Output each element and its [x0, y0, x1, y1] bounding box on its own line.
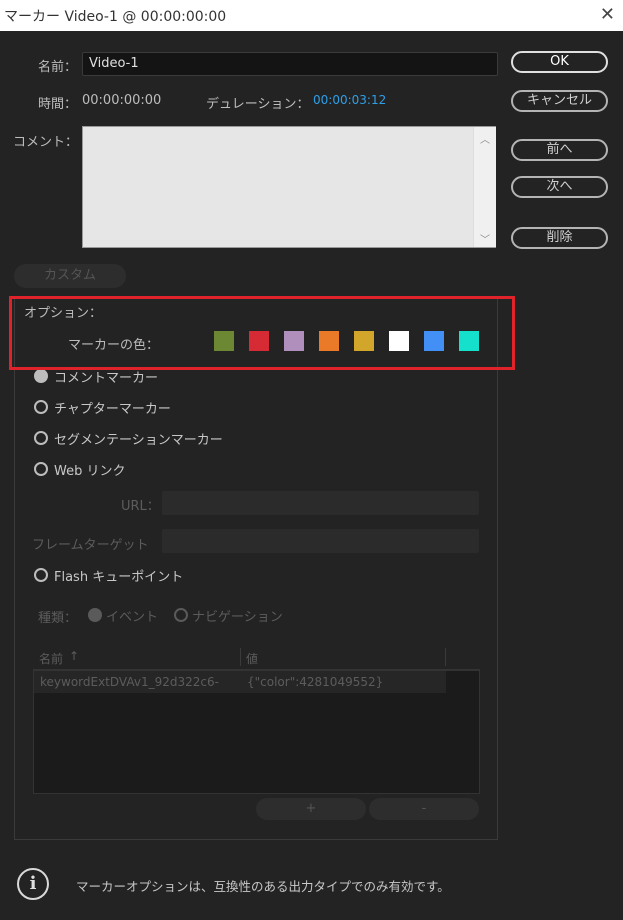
duration-value[interactable]: 00:00:03:12	[313, 93, 386, 107]
cancel-button[interactable]: キャンセル	[511, 90, 608, 112]
radio-chapter-marker[interactable]	[34, 400, 48, 414]
url-label: URL：	[121, 499, 160, 514]
event-label: イベント	[106, 610, 159, 625]
prev-button[interactable]: 前へ	[511, 139, 608, 161]
footer-note: マーカーオプションは、互換性のある出力タイプでのみ有効です。	[76, 879, 450, 894]
radio-navigation[interactable]	[174, 608, 188, 622]
remove-cuepoint-button[interactable]: -	[369, 798, 479, 820]
table-header: 名前 ↑ 値	[33, 645, 480, 670]
close-icon[interactable]: ✕	[600, 4, 615, 25]
time-value: 00:00:00:00	[82, 93, 162, 108]
next-button[interactable]: 次へ	[511, 176, 608, 198]
row-name-cell: keywordExtDVAv1_92d322c6-	[40, 675, 219, 689]
add-cuepoint-button[interactable]: +	[256, 798, 366, 820]
info-icon: i	[17, 868, 49, 900]
scroll-up-icon[interactable]: ︿	[480, 131, 490, 146]
title-bar: マーカー Video-1 @ 00:00:00:00 ✕	[0, 0, 623, 31]
column-divider	[445, 648, 446, 666]
column-divider	[240, 648, 241, 666]
frame-target-label: フレームターゲット	[32, 538, 149, 553]
radio-comment-marker[interactable]	[34, 369, 48, 383]
radio-flash-cuepoint[interactable]	[34, 568, 48, 582]
row-value-cell: {"color":4281049552}	[247, 675, 384, 689]
name-label: 名前：	[38, 60, 78, 75]
sort-arrow-icon: ↑	[69, 649, 80, 663]
cuepoint-table-body: keywordExtDVAv1_92d322c6- {"color":42810…	[33, 670, 480, 794]
url-input[interactable]	[162, 491, 479, 515]
weblink-label: Web リンク	[54, 464, 126, 479]
chapter-marker-label: チャプターマーカー	[54, 402, 171, 417]
name-input[interactable]: Video-1	[82, 52, 498, 76]
radio-weblink[interactable]	[34, 462, 48, 476]
navigation-label: ナビゲーション	[192, 610, 283, 625]
tab-custom[interactable]: カスタム	[14, 264, 126, 288]
window-title: マーカー Video-1 @ 00:00:00:00	[4, 9, 227, 25]
flash-cuepoint-label: Flash キューポイント	[54, 570, 184, 585]
duration-label: デュレーション：	[206, 97, 310, 112]
scroll-down-icon[interactable]: ﹀	[480, 231, 490, 246]
radio-event[interactable]	[88, 608, 102, 622]
delete-button[interactable]: 削除	[511, 227, 608, 249]
comment-scrollbar[interactable]: ︿ ﹀	[473, 127, 496, 247]
column-header-value[interactable]: 値	[246, 650, 258, 667]
column-header-name[interactable]: 名前	[39, 650, 63, 667]
comment-textarea[interactable]	[82, 126, 496, 248]
time-label: 時間：	[38, 97, 78, 112]
type-label: 種類：	[38, 611, 78, 626]
highlight-box	[9, 296, 515, 370]
frame-target-input[interactable]	[162, 529, 479, 553]
radio-segmentation-marker[interactable]	[34, 431, 48, 445]
comment-label: コメント：	[13, 135, 79, 150]
segmentation-marker-label: セグメンテーションマーカー	[54, 433, 223, 448]
table-row[interactable]: keywordExtDVAv1_92d322c6- {"color":42810…	[34, 671, 446, 693]
name-value: Video-1	[89, 56, 139, 71]
ok-button[interactable]: OK	[511, 51, 608, 73]
